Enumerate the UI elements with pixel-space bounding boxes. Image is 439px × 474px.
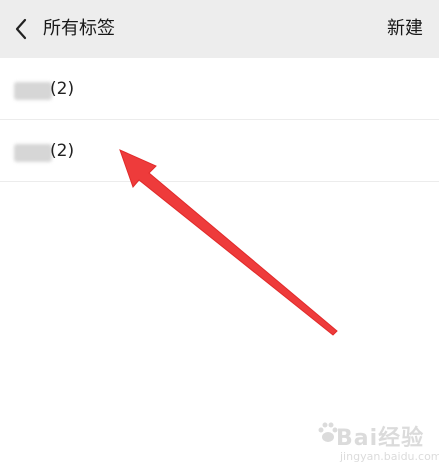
new-tag-button[interactable]: 新建 xyxy=(387,0,423,58)
paw-icon xyxy=(318,422,338,442)
watermark-brand: Bai经验 xyxy=(336,426,425,451)
blurred-tag-name xyxy=(14,82,52,100)
tag-list: (2) (2) xyxy=(0,58,439,182)
watermark-url: jingyan.baidu.com xyxy=(340,450,439,463)
back-button[interactable] xyxy=(8,15,34,43)
page-title: 所有标签 xyxy=(43,18,115,39)
tag-count: (2) xyxy=(50,141,75,161)
nav-header: 所有标签 新建 xyxy=(0,0,439,58)
tag-count: (2) xyxy=(50,79,75,99)
baidu-watermark: Bai经验 jingyan.baidu.com xyxy=(318,420,439,470)
tag-row[interactable]: (2) xyxy=(0,120,439,182)
chevron-left-icon xyxy=(15,18,27,40)
tag-row[interactable]: (2) xyxy=(0,58,439,120)
blurred-tag-name xyxy=(14,144,52,162)
